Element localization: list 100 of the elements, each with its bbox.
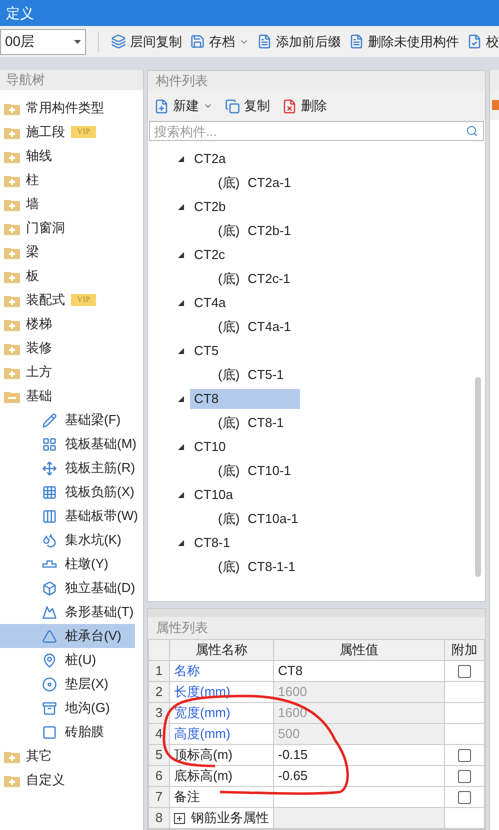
nav-tree-item[interactable]: 板 <box>0 264 143 288</box>
expand-triangle-icon[interactable] <box>178 444 184 450</box>
nav-tree-item[interactable]: 柱 <box>0 168 143 192</box>
component-tree-item[interactable]: (底) CT5-1 <box>148 363 300 387</box>
nav-tree-item[interactable]: 独立基础(D) <box>0 576 135 600</box>
folder-icon <box>4 150 20 162</box>
toolbar-button[interactable]: 层间复制 <box>111 32 182 52</box>
nav-tree-item[interactable]: 楼梯 <box>0 312 143 336</box>
expand-triangle-icon[interactable] <box>178 492 184 498</box>
vip-badge: VIP <box>71 126 96 138</box>
component-tree-item[interactable]: (底) CT10a-1 <box>148 507 300 531</box>
expand-triangle-icon[interactable] <box>178 396 184 402</box>
checkbox[interactable] <box>458 749 471 762</box>
expand-triangle-icon[interactable] <box>178 540 184 546</box>
row-number: 1 <box>148 660 170 682</box>
folder-icon <box>4 126 20 138</box>
component-tree-item[interactable]: CT2b <box>190 197 226 217</box>
list-toolbar-button[interactable]: 复制 <box>225 96 270 116</box>
expand-icon[interactable] <box>174 812 185 824</box>
bottom-label: (底) <box>218 270 240 288</box>
component-tree-item[interactable]: CT5 <box>190 341 219 361</box>
nav-tree-item[interactable]: 轴线 <box>0 144 143 168</box>
property-name: 高度(mm) <box>170 724 274 744</box>
check-document-icon <box>467 34 482 49</box>
component-tree-item[interactable]: (底) CT4a-1 <box>148 315 300 339</box>
nav-tree-item[interactable]: 施工段 VIP <box>0 120 143 144</box>
nav-tree-item[interactable]: 自定义 <box>0 768 143 792</box>
nav-tree-item[interactable]: 其它 <box>0 744 143 768</box>
nav-tree-item[interactable]: 装配式 VIP <box>0 288 143 312</box>
checkbox[interactable] <box>458 770 471 784</box>
component-name: CT8-1 <box>248 414 284 432</box>
nav-tree-item[interactable]: 桩(U) <box>0 648 135 672</box>
component-tree-item[interactable]: (底) CT2b-1 <box>148 219 300 243</box>
nav-tree-item[interactable]: 基础梁(F) <box>0 408 135 432</box>
nav-tree-item[interactable]: 集水坑(K) <box>0 528 135 552</box>
nav-tree-item[interactable]: 梁 <box>0 240 143 264</box>
floor-select[interactable]: 00层 <box>0 28 86 54</box>
nav-tree-item[interactable]: 砖胎膜 <box>0 720 135 744</box>
column-header: 属性值 <box>274 640 444 660</box>
component-tree-item[interactable]: (底) CT2c-1 <box>148 267 300 291</box>
property-value[interactable]: -0.65 <box>274 766 444 786</box>
droplets-icon <box>42 532 57 548</box>
checkbox[interactable] <box>458 665 471 678</box>
toolbar-button[interactable]: 存档 <box>190 32 249 52</box>
expand-triangle-icon[interactable] <box>178 156 184 162</box>
nav-tree-item[interactable]: 基础 <box>0 384 143 408</box>
expand-triangle-icon[interactable] <box>178 204 184 210</box>
trench-icon <box>42 700 57 716</box>
row-number: 7 <box>148 786 170 808</box>
component-name: CT8-1-1 <box>248 558 296 576</box>
toolbar-button[interactable]: 添加前后缀 <box>257 32 341 52</box>
component-tree-item[interactable]: CT8 <box>190 389 300 409</box>
nav-tree-item[interactable]: 基础板带(W) <box>0 504 135 528</box>
ridge-icon <box>42 604 57 620</box>
property-value[interactable]: -0.15 <box>274 744 444 766</box>
nav-tree-item[interactable]: 桩承台(V) <box>0 624 135 648</box>
nav-tree-item[interactable]: 地沟(G) <box>0 696 135 720</box>
component-tree-item[interactable]: CT10 <box>190 437 226 457</box>
component-name: CT4a-1 <box>248 318 292 336</box>
component-tree-item[interactable]: (底) CT8-1 <box>148 411 300 435</box>
row-number: 2 <box>148 682 170 702</box>
column-header: 属性名称 <box>170 640 274 660</box>
component-tree-item[interactable]: CT10a <box>190 485 234 505</box>
nav-tree-item[interactable]: 条形基础(T) <box>0 600 135 624</box>
folder-icon <box>4 102 20 114</box>
component-tree-item[interactable]: CT4a <box>190 293 226 313</box>
expand-triangle-icon[interactable] <box>178 348 184 354</box>
nav-tree-item[interactable]: 装修 <box>0 336 143 360</box>
toolbar-button[interactable]: 删除未使用构件 <box>349 32 459 52</box>
component-tree-item[interactable]: CT2a <box>190 149 226 169</box>
nav-tree-item[interactable]: 土方 <box>0 360 143 384</box>
expand-triangle-icon[interactable] <box>178 252 184 258</box>
nav-tree-item[interactable]: 常用构件类型 <box>0 96 143 120</box>
window-title: 定义 <box>6 4 34 22</box>
component-tree-item[interactable]: CT2c <box>190 245 226 265</box>
component-tree-item[interactable]: (底) CT2a-1 <box>148 171 300 195</box>
component-tree-item[interactable]: (底) CT8-1-1 <box>148 555 300 579</box>
checkbox[interactable] <box>458 791 471 804</box>
folder-icon <box>4 198 20 210</box>
expand-triangle-icon[interactable] <box>178 300 184 306</box>
nav-tree-item[interactable]: 垫层(X) <box>0 672 135 696</box>
component-tree-item[interactable]: CT8-1 <box>190 533 230 553</box>
group-label: 钢筋业务属性 <box>191 809 269 828</box>
pencil-icon <box>42 412 57 428</box>
bottom-label: (底) <box>218 318 240 336</box>
component-name: CT5-1 <box>248 366 284 384</box>
scrollbar-thumb[interactable] <box>475 377 481 577</box>
nav-tree-item[interactable]: 门窗洞 <box>0 216 143 240</box>
nav-tree-item[interactable]: 柱墩(Y) <box>0 552 135 576</box>
nav-tree-item[interactable]: 墙 <box>0 192 143 216</box>
search-field[interactable]: 搜索构件... <box>149 121 484 141</box>
nav-tree-item[interactable]: 筏板主筋(R) <box>0 456 135 480</box>
component-name: CT10-1 <box>248 462 292 480</box>
toolbar-button[interactable]: 校 <box>467 32 499 52</box>
list-toolbar-button[interactable]: 新建 <box>154 96 213 116</box>
nav-tree-item[interactable]: 筏板负筋(X) <box>0 480 135 504</box>
layers-icon <box>111 34 126 49</box>
nav-tree-item[interactable]: 筏板基础(M) <box>0 432 135 456</box>
list-toolbar-button[interactable]: 删除 <box>282 96 327 116</box>
component-tree-item[interactable]: (底) CT10-1 <box>148 459 300 483</box>
